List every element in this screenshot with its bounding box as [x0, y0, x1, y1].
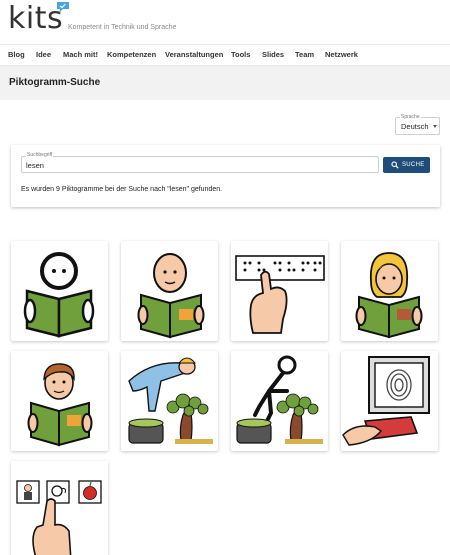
- fingerprint-scanner-icon: [342, 356, 430, 446]
- nav-item-kompetenzen[interactable]: Kompetenzen: [107, 50, 156, 59]
- pictogram-card[interactable]: [11, 351, 108, 451]
- language-select-label: Sprache: [400, 114, 421, 120]
- page-title-bar: Piktogramm-Suche: [0, 66, 450, 100]
- site-header: kits Kompetent in Technik und Sprache: [0, 0, 450, 44]
- search-input[interactable]: [26, 160, 366, 170]
- search-field-label: Suchbegriff: [26, 152, 54, 158]
- chevron-down-icon: [433, 125, 437, 128]
- nav-item-veranstaltungen[interactable]: Veranstaltungen: [165, 50, 223, 59]
- braille-reading-icon: [235, 255, 325, 334]
- nav-item-slides[interactable]: Slides: [262, 50, 284, 59]
- page-title: Piktogramm-Suche: [9, 77, 101, 88]
- grape-harvest-stick-icon: [236, 355, 323, 444]
- reading-boy-icon: [27, 363, 93, 447]
- pictogram-card[interactable]: [231, 351, 328, 451]
- reading-girl-icon: [355, 252, 423, 339]
- search-field[interactable]: Suchbegriff: [21, 152, 379, 173]
- site-logo[interactable]: kits: [8, 1, 63, 36]
- nav-item-blog[interactable]: Blog: [8, 50, 25, 59]
- language-select[interactable]: Sprache Deutsch: [395, 114, 440, 135]
- nav-item-tools[interactable]: Tools: [231, 50, 250, 59]
- hand-pointing-cards-icon: [16, 480, 102, 555]
- nav-item-netzwerk[interactable]: Netzwerk: [325, 50, 358, 59]
- site-tagline: Kompetent in Technik und Sprache: [68, 24, 177, 31]
- pictogram-card[interactable]: [121, 241, 218, 341]
- pictogram-card[interactable]: [231, 241, 328, 341]
- reading-person-icon: [23, 252, 95, 338]
- grape-harvest-person-icon: [128, 357, 213, 444]
- pictogram-card[interactable]: [341, 351, 438, 451]
- pictogram-card[interactable]: [11, 461, 108, 555]
- search-result-text: Es wurden 9 Piktogramme bei der Suche na…: [21, 186, 223, 193]
- search-card: Suchbegriff SUCHE Es wurden 9 Piktogramm…: [11, 145, 440, 207]
- logo-flag-icon: [57, 2, 69, 13]
- nav-item-idee[interactable]: Idee: [36, 50, 51, 59]
- search-icon: [391, 161, 399, 169]
- search-button-label: SUCHE: [402, 161, 425, 168]
- nav-item-team[interactable]: Team: [295, 50, 314, 59]
- pictogram-card[interactable]: [341, 241, 438, 341]
- reading-bald-person-icon: [137, 253, 205, 339]
- pictogram-card[interactable]: [121, 351, 218, 451]
- search-button[interactable]: SUCHE: [383, 157, 430, 173]
- pictogram-card[interactable]: [11, 241, 108, 341]
- language-select-value: Deutsch: [401, 122, 429, 131]
- nav-item-mach-mit[interactable]: Mach mit!: [63, 50, 98, 59]
- main-nav: Blog Idee Mach mit! Kompetenzen Veransta…: [0, 44, 450, 66]
